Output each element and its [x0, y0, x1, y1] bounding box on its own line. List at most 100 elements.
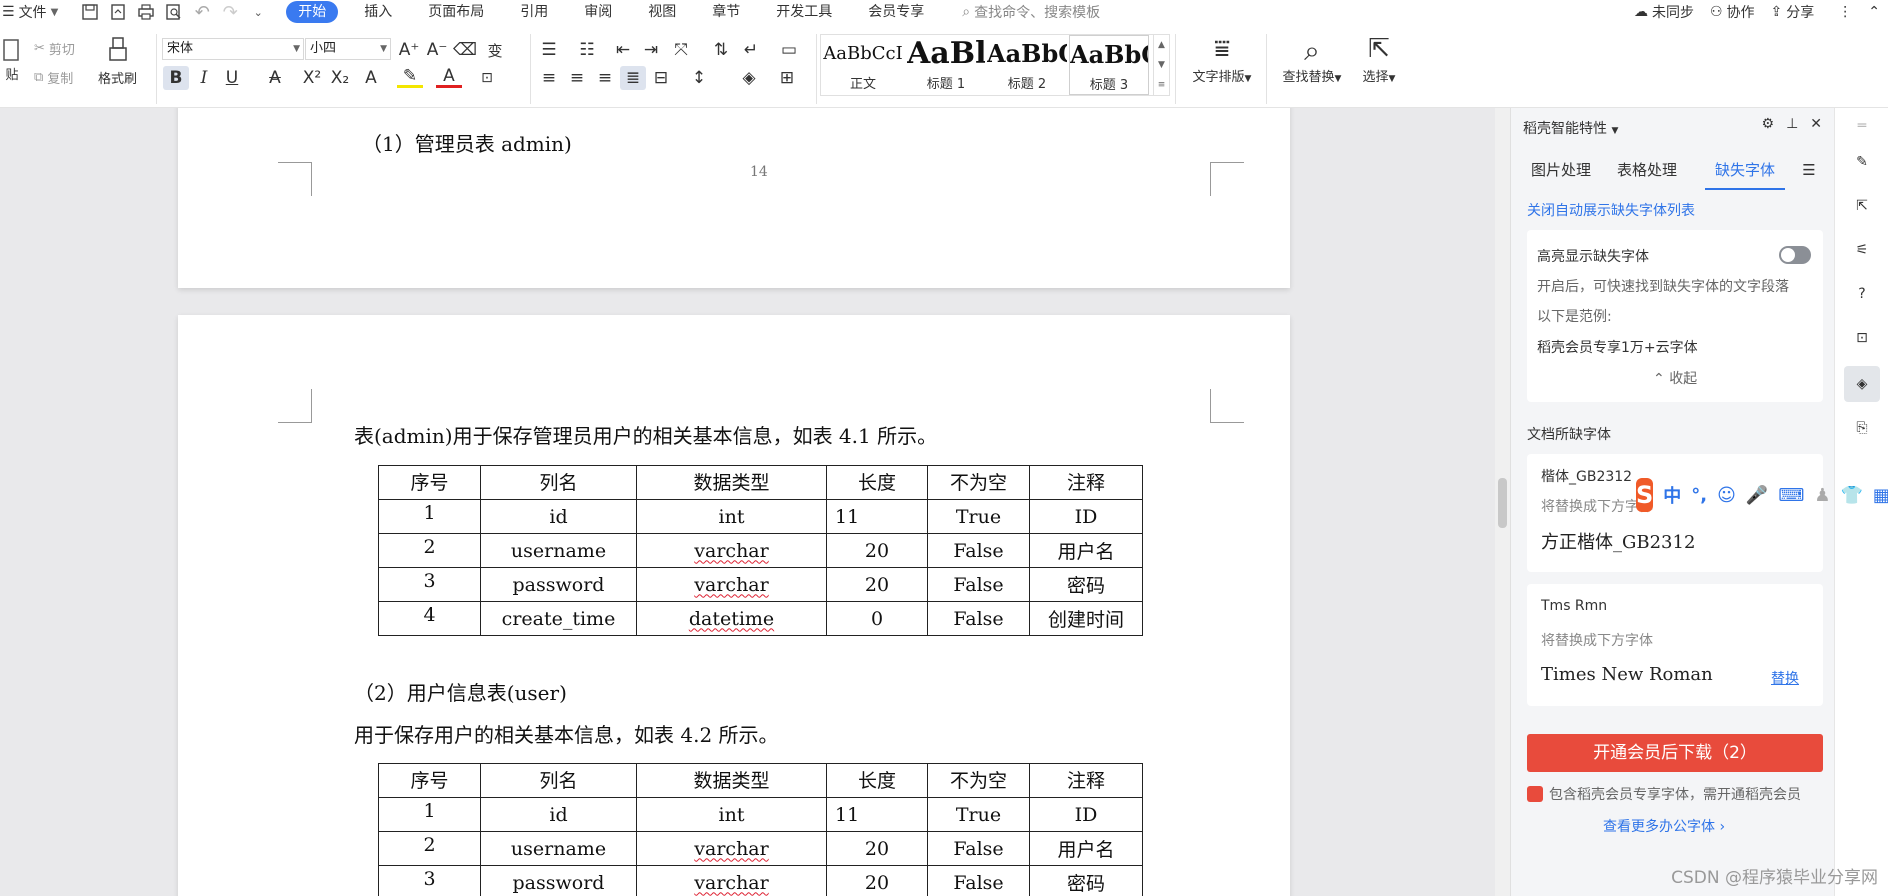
- font-color-button[interactable]: A: [436, 66, 462, 88]
- book-icon[interactable]: ⎘: [1848, 414, 1876, 442]
- save-icon[interactable]: [80, 2, 100, 22]
- distribute-icon[interactable]: ⊟: [648, 66, 674, 90]
- pin-icon[interactable]: ⊥: [1786, 116, 1798, 132]
- more-options-icon[interactable]: ⋮: [1838, 4, 1852, 20]
- grow-font-icon[interactable]: A⁺: [396, 38, 422, 62]
- align-right-icon[interactable]: ≡: [592, 66, 618, 90]
- phonetic-guide-icon[interactable]: 变: [482, 38, 508, 62]
- strikethrough-button[interactable]: A: [262, 66, 288, 90]
- pen-icon[interactable]: ✎: [1848, 148, 1876, 176]
- char-border-button[interactable]: ⊡: [474, 66, 500, 90]
- redo-icon[interactable]: ↷: [220, 2, 240, 23]
- image-edit-icon[interactable]: ⊡: [1848, 324, 1876, 352]
- style-heading-2[interactable]: AaBbC 标题 2: [987, 35, 1067, 95]
- microphone-icon[interactable]: 🎤: [1746, 485, 1768, 506]
- find-replace-button[interactable]: ⌕ 查找替换▼: [1272, 34, 1352, 85]
- highlight-color-button[interactable]: ✎: [397, 66, 423, 88]
- cursor-icon[interactable]: ⇱: [1848, 192, 1876, 220]
- style-heading-1[interactable]: AaBl 标题 1: [907, 35, 985, 95]
- subscript-button[interactable]: X₂: [327, 66, 353, 90]
- skin-icon[interactable]: ♟: [1814, 485, 1830, 506]
- data-table[interactable]: 序号 列名 数据类型 长度 不为空 注释 1 id int 11 True ID…: [378, 465, 1143, 636]
- settings-icon[interactable]: ⚙: [1762, 116, 1775, 132]
- panel-tabs-menu-icon[interactable]: ☰: [1797, 152, 1821, 190]
- shirt-icon[interactable]: 👕: [1840, 485, 1862, 506]
- text-layout-button[interactable]: ⩸ 文字排版▼: [1182, 34, 1262, 85]
- chinese-layout-icon[interactable]: ⤧: [668, 38, 694, 62]
- tab-view[interactable]: 视图: [630, 0, 694, 24]
- document-page[interactable]: 表(admin)用于保存管理员用户的相关基本信息，如表 4.1 所示。 序号 列…: [178, 315, 1290, 896]
- ime-mode[interactable]: 中: [1663, 482, 1681, 508]
- help-icon[interactable]: ?: [1848, 280, 1876, 308]
- tab-developer[interactable]: 开发工具: [758, 0, 850, 24]
- justify-icon[interactable]: ≣: [620, 66, 646, 90]
- tab-member[interactable]: 会员专享: [850, 0, 942, 24]
- shading-icon[interactable]: ◈: [736, 66, 762, 90]
- shrink-font-icon[interactable]: A⁻: [424, 38, 450, 62]
- print-preview-icon[interactable]: [164, 2, 184, 22]
- smile-icon[interactable]: ☺: [1717, 485, 1736, 506]
- tab-home[interactable]: 开始: [286, 1, 339, 23]
- align-left-icon[interactable]: ≡: [536, 66, 562, 90]
- data-table[interactable]: 序号 列名 数据类型 长度 不为空 注释 1 id int 11 True ID…: [378, 763, 1143, 896]
- clear-format-icon[interactable]: ⌫: [452, 38, 478, 62]
- qat-more-icon[interactable]: ⌄: [248, 2, 268, 22]
- borders-icon[interactable]: ⊞: [774, 66, 800, 90]
- close-auto-show-link[interactable]: 关闭自动展示缺失字体列表: [1527, 200, 1695, 220]
- font-size-select[interactable]: 小四 ▼: [305, 38, 391, 60]
- sogou-logo-icon[interactable]: S: [1636, 478, 1654, 512]
- close-icon[interactable]: ✕: [1810, 116, 1822, 132]
- superscript-button[interactable]: X²: [299, 66, 325, 90]
- tab-section[interactable]: 章节: [694, 0, 758, 24]
- share-button[interactable]: ⇪ 分享: [1771, 2, 1815, 22]
- style-heading-3[interactable]: AaBbC 标题 3: [1069, 35, 1149, 95]
- tab-image-processing[interactable]: 图片处理: [1525, 152, 1597, 190]
- command-search[interactable]: ⌕ 查找命令、搜索模板: [962, 2, 1100, 22]
- highlight-toggle[interactable]: [1779, 246, 1811, 264]
- ruler-icon[interactable]: ▭: [776, 38, 802, 62]
- font-name-select[interactable]: 宋体 ▼: [162, 38, 304, 60]
- scrollbar-thumb[interactable]: [1498, 478, 1507, 528]
- format-painter-button[interactable]: 格式刷: [98, 36, 137, 87]
- panel-title[interactable]: 稻壳智能特性 ▼: [1523, 118, 1618, 138]
- show-marks-icon[interactable]: ↵: [738, 38, 764, 62]
- cut-button[interactable]: ✂ 剪切: [34, 39, 75, 58]
- document-page[interactable]: （1）管理员表 admin) 14: [178, 108, 1290, 288]
- tab-references[interactable]: 引用: [502, 0, 566, 24]
- line-spacing-icon[interactable]: ↕: [686, 66, 712, 90]
- tab-review[interactable]: 审阅: [566, 0, 630, 24]
- document-area[interactable]: （1）管理员表 admin) 14 表(admin)用于保存管理员用户的相关基本…: [0, 108, 1510, 896]
- collapse-button[interactable]: ⌃ 收起: [1653, 368, 1697, 388]
- document-scrollbar[interactable]: [1495, 108, 1510, 896]
- smart-features-icon[interactable]: ◈: [1844, 366, 1880, 402]
- collab-button[interactable]: ⚇ 协作: [1710, 2, 1755, 22]
- italic-button[interactable]: I: [191, 66, 217, 90]
- export-pdf-icon[interactable]: [108, 2, 128, 22]
- tab-table-processing[interactable]: 表格处理: [1611, 152, 1683, 190]
- replace-button[interactable]: 替换: [1771, 668, 1799, 688]
- download-after-membership-button[interactable]: 开通会员后下载（2）: [1527, 734, 1823, 772]
- numbered-list-icon[interactable]: ☷: [574, 38, 600, 62]
- sync-status[interactable]: ☁ 未同步: [1634, 2, 1694, 22]
- adjust-icon[interactable]: ⚟: [1848, 236, 1876, 264]
- drag-handle-icon[interactable]: ═: [1848, 112, 1876, 140]
- select-button[interactable]: ⇱ 选择▼: [1356, 34, 1402, 85]
- align-center-icon[interactable]: ≡: [564, 66, 590, 90]
- file-menu[interactable]: ☰ 文件 ▼: [0, 2, 58, 22]
- paste-button[interactable]: 贴: [0, 36, 24, 100]
- text-effect-button[interactable]: A: [358, 66, 384, 90]
- apps-icon[interactable]: ▦: [1873, 485, 1888, 506]
- undo-icon[interactable]: ↶: [192, 2, 212, 23]
- increase-indent-icon[interactable]: ⇥: [638, 38, 664, 62]
- style-normal[interactable]: AaBbCcI 正文: [823, 35, 903, 95]
- bold-button[interactable]: B: [163, 66, 189, 90]
- tab-insert[interactable]: 插入: [346, 0, 410, 24]
- copy-button[interactable]: ⧉ 复制: [34, 68, 73, 87]
- bullet-list-icon[interactable]: ☰: [536, 38, 562, 62]
- tab-page-layout[interactable]: 页面布局: [410, 0, 502, 24]
- gallery-scroll[interactable]: ▲ ▼ ≡: [1153, 35, 1169, 95]
- more-fonts-link[interactable]: 查看更多办公字体 ›: [1603, 816, 1725, 836]
- collapse-ribbon-icon[interactable]: ⌃: [1868, 4, 1880, 20]
- sort-icon[interactable]: ⇅: [708, 38, 734, 62]
- print-icon[interactable]: [136, 2, 156, 22]
